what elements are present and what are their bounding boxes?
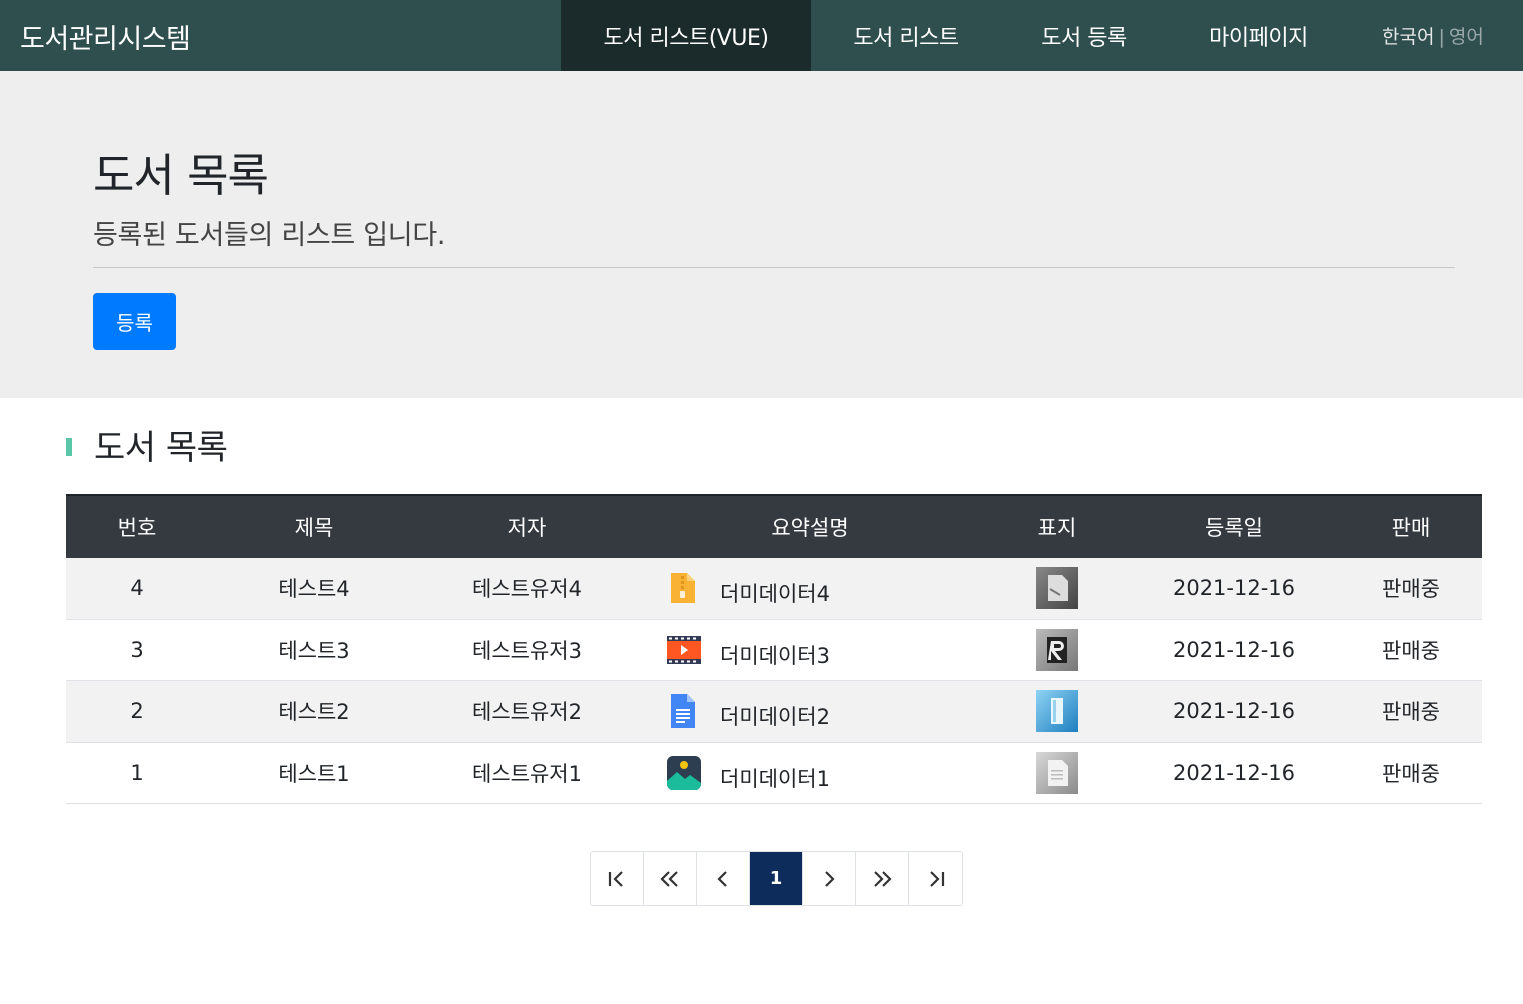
page-number-button[interactable]: 1 (750, 852, 803, 905)
cell-title-link[interactable]: 테스트1 (208, 743, 420, 804)
cover-blue-icon[interactable] (1036, 690, 1078, 733)
video-file-icon[interactable] (666, 632, 701, 668)
cell-reg-date: 2021-12-16 (1172, 760, 1296, 785)
page-subtitle: 등록된 도서들의 리스트 입니다. (93, 220, 446, 251)
first-page-button[interactable] (591, 852, 644, 905)
header-cover: 표지 (1037, 516, 1077, 540)
chevron-left-icon (717, 870, 727, 887)
header-title: 제목 (294, 516, 334, 540)
cell-author: 테스트유저3 (472, 638, 582, 663)
cell-sale-status: 판매중 (1382, 700, 1440, 725)
cell-cover (986, 620, 1128, 681)
double-chevron-right-icon (874, 870, 892, 887)
top-navbar: 도서관리시스템 도서 리스트(VUE) 도서 리스트 도서 등록 마이페이지 한… (0, 0, 1523, 71)
summary-text: 더미데이터1 (720, 766, 830, 791)
last-page-button[interactable] (909, 852, 962, 905)
cell-cover (986, 681, 1128, 742)
table-row[interactable]: 3 테스트3 테스트유저3 더미데이터3 2021-12-16 판매중 (66, 620, 1482, 681)
section-title: 도서 목록 (94, 428, 228, 468)
page-title: 도서 목록 (93, 149, 269, 202)
last-page-icon (929, 870, 944, 887)
chevron-right-icon (825, 870, 835, 887)
nav-book-list-vue[interactable]: 도서 리스트(VUE) (561, 0, 811, 71)
cell-summary: 더미데이터2 (634, 681, 986, 742)
prev-block-button[interactable] (644, 852, 697, 905)
nav-mypage[interactable]: 마이페이지 (1167, 0, 1350, 71)
language-switcher: 한국어 | 영어 (1382, 22, 1484, 49)
cell-reg-date: 2021-12-16 (1172, 637, 1296, 662)
cell-reg-date: 2021-12-16 (1172, 576, 1296, 601)
nav-book-list[interactable]: 도서 리스트 (811, 0, 1001, 71)
cell-title-link[interactable]: 테스트2 (208, 681, 420, 742)
cover-letter-r-icon[interactable] (1036, 628, 1078, 671)
summary-text: 더미데이터2 (720, 705, 830, 730)
register-button[interactable]: 등록 (93, 293, 176, 350)
lang-korean-link[interactable]: 한국어 (1382, 26, 1434, 48)
image-file-icon[interactable] (666, 755, 701, 791)
brand-title[interactable]: 도서관리시스템 (20, 17, 191, 56)
header-sale: 판매 (1391, 516, 1431, 540)
summary-text: 더미데이터4 (720, 582, 830, 607)
section-accent-bar (66, 438, 72, 456)
cell-summary: 더미데이터4 (634, 558, 986, 619)
cell-number: 1 (130, 760, 144, 785)
table-row[interactable]: 4 테스트4 테스트유저4 더미데이터4 2021-12-16 판매중 (66, 558, 1482, 620)
header-author: 저자 (507, 516, 547, 540)
nav-book-register[interactable]: 도서 등록 (1001, 0, 1167, 71)
next-block-button[interactable] (856, 852, 909, 905)
cell-summary: 더미데이터1 (634, 743, 986, 804)
divider (93, 267, 1455, 268)
prev-page-button[interactable] (697, 852, 750, 905)
cell-cover (986, 743, 1128, 804)
lang-english-link[interactable]: 영어 (1449, 26, 1484, 48)
table-row[interactable]: 2 테스트2 테스트유저2 더미데이터2 2021-12-16 판매중 (66, 681, 1482, 743)
header-summary: 요약설명 (771, 516, 849, 540)
jumbotron: 도서 목록 등록된 도서들의 리스트 입니다. 등록 (0, 71, 1523, 398)
cell-title-link[interactable]: 테스트4 (208, 558, 420, 619)
cell-number: 2 (130, 699, 144, 724)
cell-author: 테스트유저2 (472, 700, 582, 725)
next-page-button[interactable] (803, 852, 856, 905)
cell-sale-status: 판매중 (1382, 638, 1440, 663)
header-reg-date: 등록일 (1205, 516, 1263, 540)
cover-gray-page-icon[interactable] (1036, 567, 1078, 610)
cell-summary: 더미데이터3 (634, 620, 986, 681)
book-table: 번호 제목 저자 요약설명 표지 등록일 판매 4 테스트4 테스트유저4 더미… (66, 494, 1482, 804)
first-page-icon (608, 870, 623, 887)
document-file-icon[interactable] (666, 693, 700, 729)
cell-reg-date: 2021-12-16 (1172, 699, 1296, 724)
cell-sale-status: 판매중 (1382, 761, 1440, 786)
cover-light-page-icon[interactable] (1036, 751, 1078, 794)
table-row[interactable]: 1 테스트1 테스트유저1 더미데이터1 2021-12-16 판매중 (66, 743, 1482, 804)
cell-number: 4 (130, 576, 144, 601)
cell-sale-status: 판매중 (1382, 577, 1440, 602)
pagination: 1 (590, 851, 963, 906)
summary-text: 더미데이터3 (720, 643, 830, 668)
cell-number: 3 (130, 637, 144, 662)
cell-author: 테스트유저1 (472, 761, 582, 786)
zip-file-icon[interactable] (666, 570, 700, 606)
lang-separator: | (1438, 26, 1445, 48)
table-header-row: 번호 제목 저자 요약설명 표지 등록일 판매 (66, 494, 1482, 558)
header-number: 번호 (117, 516, 157, 540)
double-chevron-left-icon (660, 870, 678, 887)
cell-title-link[interactable]: 테스트3 (208, 620, 420, 681)
cell-author: 테스트유저4 (472, 577, 582, 602)
cell-cover (986, 558, 1128, 619)
